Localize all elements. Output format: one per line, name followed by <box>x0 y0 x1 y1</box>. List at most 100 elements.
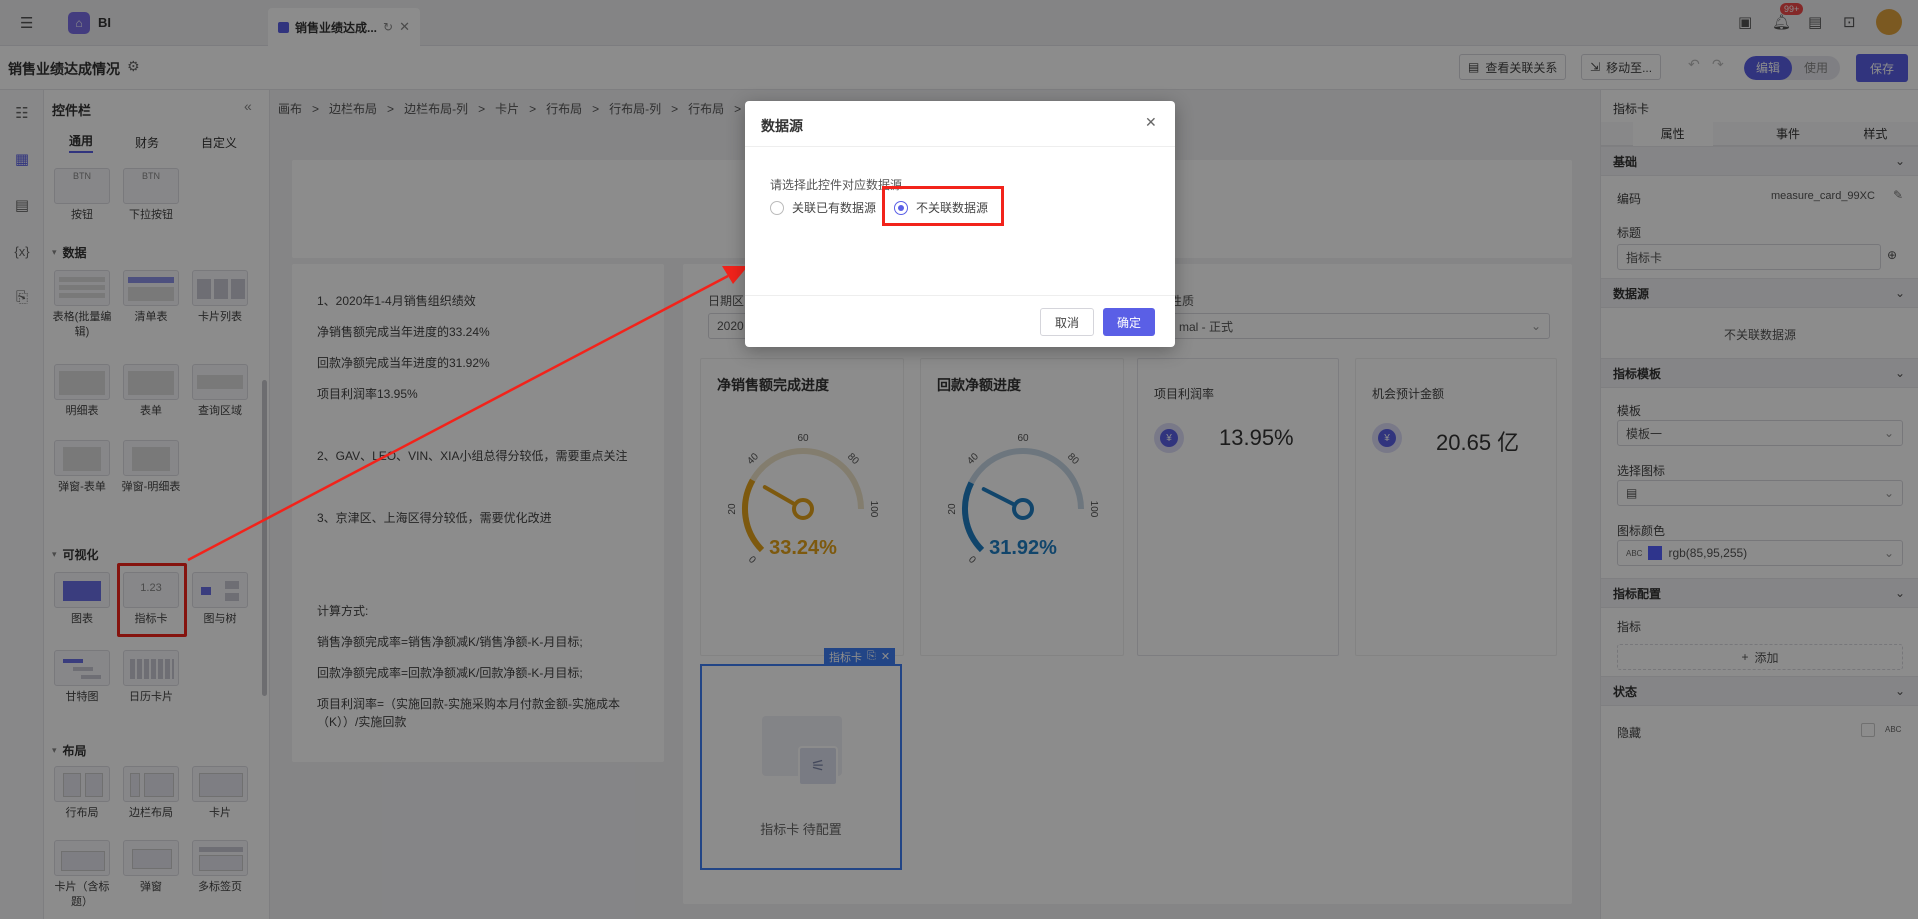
inbox-icon[interactable]: ⊡ <box>1843 13 1856 31</box>
delete-icon[interactable]: ✕ <box>881 650 890 663</box>
view-relation-label: 查看关联关系 <box>1485 60 1558 75</box>
mode-use[interactable]: 使用 <box>1792 56 1840 80</box>
ctl-card-list[interactable]: 卡片列表 <box>190 270 250 325</box>
rsec-state[interactable]: 状态 ⌄ <box>1601 676 1918 706</box>
gauge-card-sales[interactable]: 净销售额完成进度 0 20 40 60 80 100 33.24% <box>700 358 904 656</box>
kpi-card-profit[interactable]: 项目利润率 ¥ 13.95% <box>1137 358 1339 656</box>
crumb-0[interactable]: 画布 <box>278 100 302 117</box>
cancel-button[interactable]: 取消 <box>1040 308 1095 336</box>
selected-indicator-card[interactable]: ⚟ 指标卡 待配置 <box>700 664 902 870</box>
save-button[interactable]: 保存 <box>1856 54 1909 82</box>
ctl-popup-form[interactable]: 弹窗-表单 <box>52 440 112 495</box>
ok-button[interactable]: 确定 <box>1103 308 1156 336</box>
gauge-card-collection[interactable]: 回款净额进度 0 20 40 60 80 100 31.92% <box>920 358 1124 656</box>
mode-edit[interactable]: 编辑 <box>1744 56 1793 80</box>
refresh-icon[interactable]: ↻ <box>383 20 393 34</box>
crumb-6[interactable]: 行布局 <box>688 100 724 117</box>
move-to-button[interactable]: ⇲ 移动至... <box>1581 54 1662 80</box>
crumb-sep: > <box>478 101 486 116</box>
icon-color-select[interactable]: ABC rgb(85,95,255) ⌄ <box>1617 540 1903 566</box>
rtab-style[interactable]: 样式 <box>1863 125 1887 142</box>
ctl-card-list-label: 卡片列表 <box>198 311 242 323</box>
components-icon[interactable]: ▦ <box>11 148 33 170</box>
rsec-config[interactable]: 指标配置 ⌄ <box>1601 578 1918 608</box>
modal-footer-divider <box>745 295 1175 296</box>
icon-color-label: 图标颜色 <box>1617 524 1666 538</box>
rtab-properties[interactable]: 属性 <box>1632 121 1713 146</box>
add-metric-button[interactable]: + 添加 <box>1617 644 1903 670</box>
ctl-popup-detail[interactable]: 弹窗-明细表 <box>121 440 181 495</box>
variables-icon[interactable]: {x} <box>11 240 33 262</box>
gear-icon[interactable]: ⚙ <box>127 58 140 75</box>
ctl-side-layout[interactable]: 边栏布局 <box>121 766 181 821</box>
panel-scrollbar[interactable] <box>262 380 267 696</box>
mode-toggle[interactable]: 编辑 使用 <box>1744 56 1841 80</box>
thumb-detail-table <box>54 364 110 400</box>
panel-tab-custom[interactable]: 自定义 <box>201 134 237 151</box>
collapse-icon[interactable]: « <box>244 98 252 114</box>
icon-select[interactable]: ▤ ⌄ <box>1617 480 1903 506</box>
panel-tab-general[interactable]: 通用 <box>68 132 93 153</box>
kpi-card-opportunity[interactable]: 机会预计金额 ¥ 20.65 亿 <box>1355 358 1557 656</box>
title-input[interactable]: 指标卡 <box>1617 244 1881 270</box>
ctl-chart[interactable]: 图表 <box>52 572 112 627</box>
summary-text-card[interactable]: 1、2020年1-4月销售组织绩效 净销售额完成当年进度的33.24% 回款净额… <box>292 264 664 762</box>
ctl-popup[interactable]: 弹窗 <box>121 840 181 895</box>
globe-icon[interactable]: ⊕ <box>1887 248 1897 262</box>
radio-option-existing[interactable]: 关联已有数据源 <box>770 199 876 216</box>
copy-icon[interactable]: ⎘ <box>867 650 876 663</box>
redo-icon[interactable]: ↷ <box>1712 56 1724 73</box>
ctl-form[interactable]: 表单 <box>121 364 181 419</box>
ctl-button[interactable]: BTN 按钮 <box>52 168 112 223</box>
document-icon[interactable]: ▤ <box>1808 13 1822 31</box>
datasource-modal: 数据源 ✕ 请选择此控件对应数据源 关联已有数据源 不关联数据源 取消 确定 <box>745 101 1175 347</box>
section-viz[interactable]: ▾ 可视化 <box>52 546 99 563</box>
rtab-events[interactable]: 事件 <box>1776 125 1800 142</box>
crumb-1[interactable]: 边栏布局 <box>329 100 377 117</box>
rsec-basic[interactable]: 基础 ⌄ <box>1601 146 1918 176</box>
ctl-query-area[interactable]: 查询区域 <box>190 364 250 419</box>
ctl-multi-tab[interactable]: 多标签页 <box>190 840 250 895</box>
avatar[interactable] <box>1876 9 1902 35</box>
template-select[interactable]: 模板一 ⌄ <box>1617 420 1903 446</box>
thumb-gantt <box>54 650 110 686</box>
ctl-detail-table[interactable]: 明细表 <box>52 364 112 419</box>
tab-close-icon[interactable]: ✕ <box>399 19 410 35</box>
ctl-dropdown-button[interactable]: BTN 下拉按钮 <box>121 168 181 223</box>
hidden-checkbox[interactable] <box>1861 723 1875 737</box>
task-icon[interactable]: ▣ <box>1738 13 1752 31</box>
radio-existing[interactable] <box>770 200 784 215</box>
ctl-table[interactable]: 表格(批量编辑) <box>52 270 112 340</box>
chevron-down-icon: ⌄ <box>1894 154 1905 168</box>
rsec-datasource[interactable]: 数据源 ⌄ <box>1601 278 1918 308</box>
crumb-3[interactable]: 卡片 <box>495 100 519 117</box>
undo-icon[interactable]: ↶ <box>1688 56 1700 73</box>
crumb-4[interactable]: 行布局 <box>546 100 582 117</box>
nature-filter-select[interactable]: mal - 正式 ⌄ <box>1170 313 1550 339</box>
add-metric-label: 添加 <box>1754 650 1779 665</box>
data-table-icon[interactable]: ▤ <box>11 194 33 216</box>
panel-tab-finance[interactable]: 财务 <box>135 134 159 151</box>
section-data[interactable]: ▾ 数据 <box>52 244 87 261</box>
chevron-down-icon: ⌄ <box>1883 426 1894 440</box>
ctl-list[interactable]: 清单表 <box>121 270 181 325</box>
bell-icon[interactable]: 🔔︎ <box>1772 13 1791 31</box>
ctl-row-layout[interactable]: 行布局 <box>52 766 112 821</box>
ctl-card[interactable]: 卡片 <box>190 766 250 821</box>
tab-sales[interactable]: 销售业绩达成... ↻ ✕ <box>268 8 420 46</box>
rsec-template[interactable]: 指标模板 ⌄ <box>1601 358 1918 388</box>
script-icon[interactable]: ⎘ <box>11 286 33 308</box>
edit-pencil-icon[interactable]: ✎ <box>1893 188 1903 202</box>
icon-select-label: 选择图标 <box>1617 464 1666 478</box>
outline-icon[interactable]: ☷ <box>11 102 33 124</box>
menu-toggle-icon[interactable]: ☰ <box>20 14 33 32</box>
ctl-graph-tree[interactable]: 图与树 <box>190 572 250 627</box>
modal-close-icon[interactable]: ✕ <box>1145 114 1157 131</box>
crumb-5[interactable]: 行布局-列 <box>609 100 661 117</box>
ctl-calendar-card[interactable]: 日历卡片 <box>121 650 181 705</box>
view-relation-button[interactable]: ▤ 查看关联关系 <box>1459 54 1567 80</box>
section-layout[interactable]: ▾ 布局 <box>52 742 87 759</box>
ctl-card-title[interactable]: 卡片（含标题） <box>52 840 112 910</box>
ctl-gantt[interactable]: 甘特图 <box>52 650 112 705</box>
crumb-2[interactable]: 边栏布局-列 <box>404 100 468 117</box>
